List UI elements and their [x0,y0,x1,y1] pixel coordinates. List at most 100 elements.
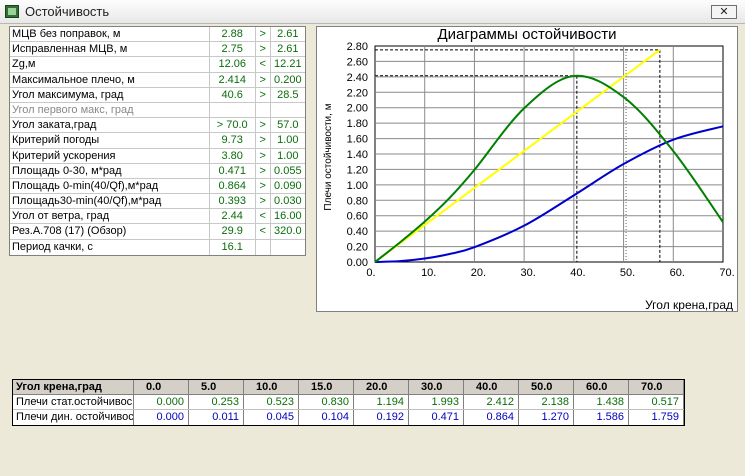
criteria-comparison: < [256,57,271,72]
angle-value-cell: 1.993 [409,395,464,409]
close-button[interactable]: ✕ [711,5,737,19]
window-title: Остойчивость [25,4,110,19]
title-bar: Остойчивость ✕ [0,0,745,24]
criteria-name: Исправленная МЦВ, м [10,42,210,57]
criteria-value: 29.9 [210,224,256,239]
criteria-comparison: > [256,178,271,194]
criteria-value: 2.75 [210,42,256,57]
criteria-value: 2.44 [210,209,256,224]
criteria-comparison: > [256,148,271,163]
angle-value-cell: 0.104 [299,410,354,425]
angle-value-cell: 1.194 [354,395,409,409]
x-tick-label: 50. [620,267,635,279]
heel-angle-table: Угол крена,град 0.0 5.0 10.0 15.0 20.0 30.0 40.… [12,379,685,426]
criteria-value: 16.1 [210,239,256,255]
criteria-comparison [256,239,271,255]
criteria-limit: 12.21 [274,58,302,71]
y-tick-label: 2.00 [347,103,368,115]
y-tick-label: 0.60 [347,211,368,223]
criteria-limit: 57.0 [277,119,299,132]
criteria-limit: 0.030 [274,195,302,208]
criteria-row: Угол заката,град > 70.0 >57.0 [10,118,305,134]
angle-value-cell: 0.192 [354,410,409,425]
criteria-limit: 2.61 [277,43,299,56]
y-tick-label: 1.20 [347,164,368,176]
criteria-row: Рез.А.708 (17) (Обзор) 29.9 <320.0 [10,224,305,240]
criteria-comparison: > [256,118,271,133]
criteria-name: Угол максимума, град [10,87,210,102]
criteria-name: Площадь 0-min(40/Qf),м*рад [10,178,210,194]
x-tick-label: 30. [520,267,535,279]
criteria-row: Угол от ветра, град 2.44 <16.00 [10,209,305,225]
x-tick-label: 60. [670,267,685,279]
criteria-comparison: < [256,224,271,239]
angle-header-cell: 0.0 [134,380,189,394]
angle-value-cell: 0.517 [629,395,684,409]
y-tick-label: 0.00 [347,257,368,269]
criteria-value: 0.864 [210,178,256,194]
criteria-comparison [256,102,271,118]
criteria-row: Площадь 0-min(40/Qf),м*рад 0.864 >0.090 [10,178,305,195]
criteria-row: Площадь 0-30, м*рад 0.471 >0.055 [10,163,305,179]
criteria-name: Площадь30-min(40/Qf),м*рад [10,194,210,209]
x-tick-label: 10. [421,267,436,279]
angle-header-cell: 30.0 [409,380,464,394]
criteria-value: > 70.0 [210,118,256,133]
criteria-row: МЦВ без поправок, м 2.88 >2.61 [10,27,305,43]
criteria-limit: 0.200 [274,73,302,86]
y-tick-label: 2.40 [347,72,368,84]
angle-value-cell: 0.045 [244,410,299,425]
criteria-comparison: < [256,209,271,224]
angle-value-cell: 1.586 [574,410,629,425]
criteria-value [210,102,256,118]
x-tick-label: 0. [366,267,375,279]
angle-value-cell: 0.471 [409,410,464,425]
criteria-comparison: > [256,194,271,209]
x-tick-label: 40. [570,267,585,279]
criteria-limit: 1.00 [277,134,299,147]
criteria-comparison: > [256,163,271,178]
criteria-value: 12.06 [210,57,256,72]
criteria-comparison: > [256,27,271,42]
angle-header-cell: 15.0 [299,380,354,394]
chart-title: Диаграммы остойчивости [438,27,617,43]
criteria-limit: 320.0 [274,225,302,238]
criteria-limit [271,103,305,117]
criteria-name: Рез.А.708 (17) (Обзор) [10,224,210,239]
criteria-name: Максимальное плечо, м [10,72,210,87]
chart-y-axis-label: Плечи остойчивости, м [323,103,334,210]
y-tick-label: 2.20 [347,87,368,99]
angle-header-cell: 10.0 [244,380,299,394]
criteria-comparison: > [256,87,271,102]
criteria-limit [271,240,305,255]
criteria-row: Площадь30-min(40/Qf),м*рад 0.393 >0.030 [10,194,305,210]
angle-header-cell: 50.0 [519,380,574,394]
criteria-name: МЦВ без поправок, м [10,27,210,42]
criteria-comparison: > [256,72,271,87]
criteria-limit: 16.00 [274,210,302,223]
criteria-value: 9.73 [210,133,256,148]
y-tick-label: 0.40 [347,226,368,238]
y-tick-label: 2.80 [347,41,368,53]
angle-header-cell: 40.0 [464,380,519,394]
angle-value-cell: 2.138 [519,395,574,409]
criteria-limit: 0.055 [274,164,302,177]
criteria-comparison: > [256,42,271,57]
x-tick-label: 20. [471,267,486,279]
criteria-row: Критерий ускорения 3.80 >1.00 [10,148,305,164]
criteria-value: 3.80 [210,148,256,163]
angle-row-label: Плечи стат.остойчивос [13,395,134,409]
criteria-row: Максимальное плечо, м 2.414 >0.200 [10,72,305,88]
y-tick-label: 2.60 [347,56,368,68]
criteria-name: Площадь 0-30, м*рад [10,163,210,178]
angle-header-label: Угол крена,град [13,380,134,394]
criteria-value: 2.414 [210,72,256,87]
angle-row-label: Плечи дин. остойчивос [13,410,134,425]
angle-data-row: Плечи стат.остойчивос 0.000 0.253 0.523 0.83… [13,395,684,410]
criteria-row: Угол первого макс, град [10,102,305,119]
criteria-name: Zg,м [10,57,210,72]
criteria-name: Период качки, с [10,239,210,255]
angle-value-cell: 1.759 [629,410,684,425]
criteria-value: 2.88 [210,27,256,42]
criteria-name: Угол первого макс, град [10,102,210,118]
